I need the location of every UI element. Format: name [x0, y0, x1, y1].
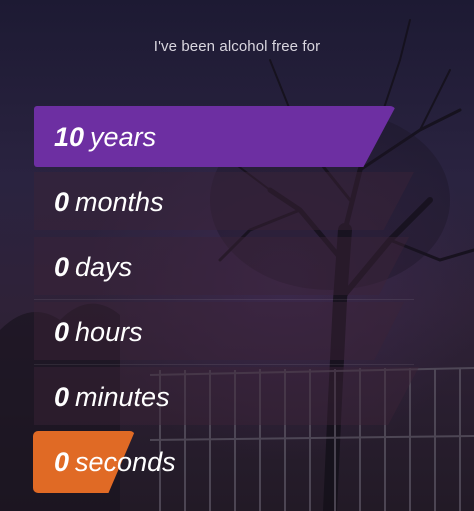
months-unit: months — [75, 186, 164, 217]
days-value: 0 — [54, 251, 70, 282]
hours-value: 0 — [54, 316, 70, 347]
days-text: 0 days — [34, 251, 133, 282]
months-value: 0 — [54, 186, 70, 217]
minutes-text: 0 minutes — [34, 381, 170, 412]
counter-row-years: 10 years — [34, 107, 414, 167]
years-unit: years — [90, 121, 157, 152]
years-value: 10 — [54, 121, 85, 152]
hours-unit: hours — [75, 316, 143, 347]
counter-row-minutes: 0 minutes — [34, 367, 414, 427]
row-divider — [34, 364, 414, 365]
counter-row-days: 0 days — [34, 237, 414, 297]
seconds-text: 0 seconds — [34, 446, 176, 477]
row-divider — [34, 299, 414, 300]
seconds-unit: seconds — [75, 446, 176, 477]
months-text: 0 months — [34, 186, 164, 217]
minutes-unit: minutes — [75, 381, 170, 412]
subtitle: I've been alcohol free for — [153, 38, 321, 55]
hours-text: 0 hours — [34, 316, 143, 347]
counter-row-hours: 0 hours — [34, 302, 414, 362]
minutes-value: 0 — [54, 381, 70, 412]
counter-row-months: 0 months — [34, 172, 414, 232]
days-unit: days — [75, 251, 133, 282]
seconds-value: 0 — [54, 446, 70, 477]
counter-row-seconds: 0 seconds — [34, 432, 414, 492]
years-text: 10 years — [34, 121, 157, 152]
